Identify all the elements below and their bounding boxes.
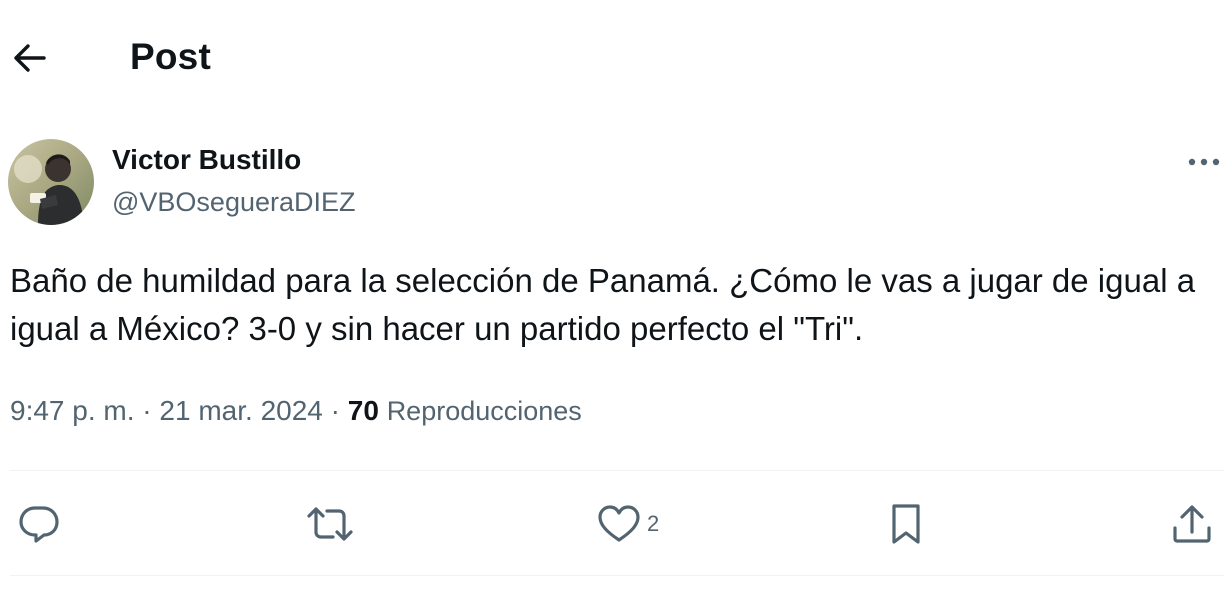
post-header: Post [0,0,1224,112]
reply-icon [19,506,59,543]
reply-button[interactable] [18,502,60,546]
share-button[interactable] [1170,502,1214,546]
views-label: Reproducciones [386,396,582,426]
meta-separator: · [330,395,348,426]
avatar[interactable] [8,139,94,225]
arrow-left-icon [14,44,46,72]
retweet-icon [307,507,353,541]
divider [10,575,1224,576]
retweet-button[interactable] [305,502,355,546]
user-avatar [8,139,94,225]
page-title: Post [130,36,211,77]
tweet-meta: 9:47 p. m. · 21 mar. 2024 · 70 Reproducc… [10,395,582,427]
meta-separator: · [142,395,160,426]
divider [10,470,1224,471]
tweet-time[interactable]: 9:47 p. m. [10,395,135,426]
bookmark-button[interactable] [886,502,926,546]
more-icon [1188,158,1220,166]
author-name[interactable]: Victor Bustillo [112,144,301,176]
like-count: 2 [647,511,660,536]
share-icon [1173,505,1211,543]
bookmark-icon [892,504,920,544]
more-options-button[interactable] [1184,148,1224,176]
like-button[interactable]: 2 [597,502,659,546]
heart-icon [598,505,640,542]
tweet-date[interactable]: 21 mar. 2024 [159,395,322,426]
author-handle[interactable]: @VBOsegueraDIEZ [112,187,356,218]
tweet-text: Baño de humildad para la selección de Pa… [10,262,1205,347]
views-count: 70 [347,395,387,426]
back-button[interactable] [10,38,50,78]
post-page: Post Victor Bustillo @VBOsegueraDIEZ Bañ… [0,0,1224,611]
